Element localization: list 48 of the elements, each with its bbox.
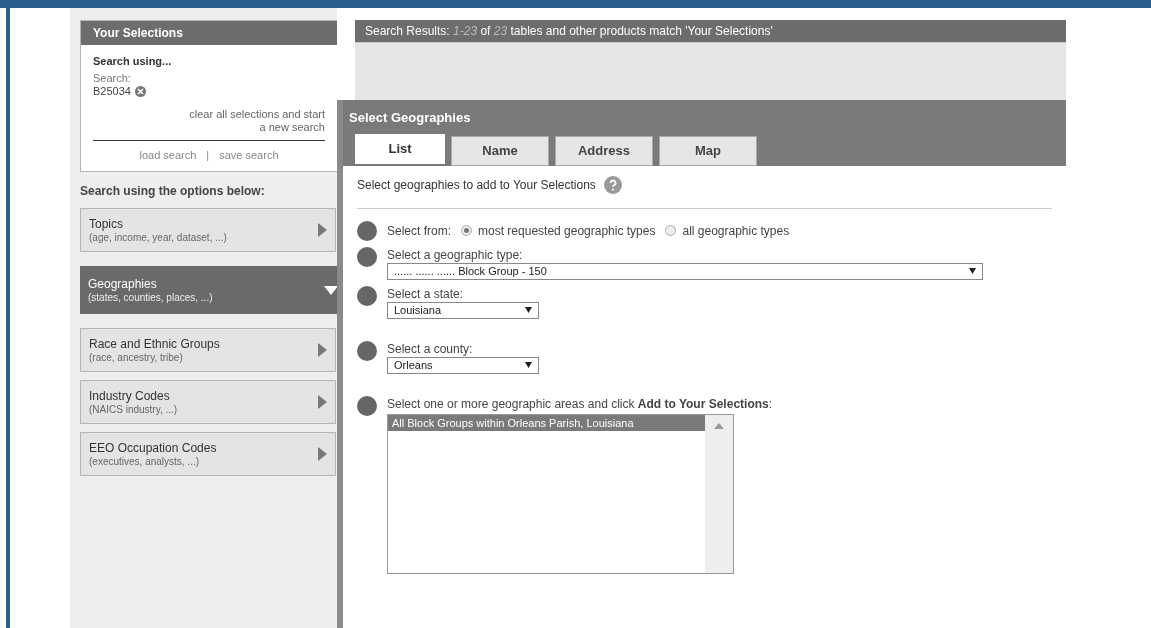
remove-icon[interactable] xyxy=(134,85,146,97)
category-button[interactable]: Industry Codes (NAICS industry, ...) xyxy=(80,380,336,424)
tab[interactable]: Map xyxy=(659,135,757,166)
help-icon[interactable] xyxy=(603,175,622,194)
dropdown[interactable]: ...... ...... ...... Block Group - 150 xyxy=(387,262,983,280)
search-term: B25034 xyxy=(93,84,131,98)
category-button[interactable]: EEO Occupation Codes (executives, analysts, ...) xyxy=(80,432,336,476)
step-bullet-icon xyxy=(357,220,377,241)
instruction-text: Select geographies to add to Your Selections xyxy=(357,176,596,194)
field-label: Select a geographic type: xyxy=(387,246,524,263)
section-heading: Search using the options below: xyxy=(80,183,266,200)
list-option[interactable]: All Block Groups within Orleans Parish, Louisiana xyxy=(388,414,705,431)
list-box[interactable]: All Block Groups within Orleans Parish, Louisiana xyxy=(387,413,734,574)
dropdown[interactable]: Louisiana xyxy=(387,301,539,319)
dialog-title: Select Geographies xyxy=(349,109,472,127)
caret-right-icon xyxy=(318,343,327,357)
step-bullet-icon xyxy=(357,340,377,361)
field-label: Select from: xyxy=(387,222,452,240)
caret-right-icon xyxy=(318,223,327,237)
step-bullet-icon xyxy=(357,285,377,306)
load-search-link[interactable]: load search xyxy=(139,146,197,163)
category-button[interactable]: Race and Ethnic Groups (race, ancestry, tribe) xyxy=(80,328,336,372)
link-separator: | xyxy=(206,147,210,163)
radio-option[interactable]: all geographic types xyxy=(665,221,790,240)
caret-right-icon xyxy=(318,395,327,409)
dropdown-arrow-icon xyxy=(525,362,532,368)
clear-selections-link[interactable]: clear all selections and start a new search xyxy=(189,107,325,134)
step-bullet-icon xyxy=(357,395,377,416)
tab[interactable]: List xyxy=(355,133,445,164)
category-button[interactable]: Topics (age, income, year, dataset, ...) xyxy=(80,208,336,252)
tab[interactable]: Name xyxy=(451,135,549,166)
radio-option[interactable]: most requested geographic types xyxy=(461,221,656,240)
dropdown-arrow-icon xyxy=(969,268,976,274)
field-label: Select one or more geographic areas and click Add to Your Selections: xyxy=(387,395,773,412)
save-search-link[interactable]: save search xyxy=(219,146,279,163)
section-heading: Search using... xyxy=(93,54,173,69)
search-label: Search: xyxy=(93,71,132,85)
tab[interactable]: Address xyxy=(555,135,653,166)
field-label: Select a state: xyxy=(387,285,465,302)
caret-right-icon xyxy=(318,447,327,461)
dropdown[interactable]: Orleans xyxy=(387,356,539,374)
results-header: Search Results: 1-23 of 23 tables and other products match 'Your Selections' xyxy=(365,23,773,40)
field-label: Select a county: xyxy=(387,340,474,357)
step-bullet-icon xyxy=(357,246,377,267)
scroll-up-icon[interactable] xyxy=(714,422,724,429)
panel-title: Your Selections xyxy=(81,21,337,45)
scrollbar[interactable] xyxy=(705,414,733,573)
dropdown-arrow-icon xyxy=(525,307,532,313)
